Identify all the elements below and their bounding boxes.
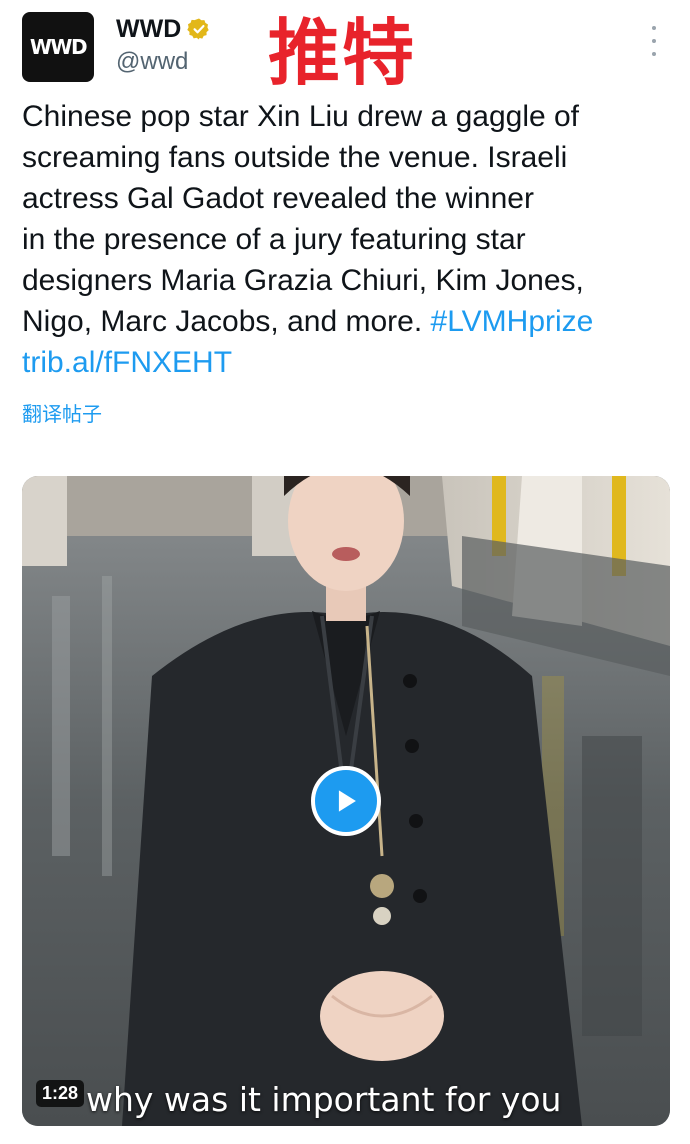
name-row: WWD	[116, 12, 211, 46]
verified-badge-icon	[187, 18, 209, 40]
tweet-line: Chinese pop star Xin Liu drew a gaggle o…	[22, 100, 580, 133]
avatar-logo-text: WWD	[29, 35, 88, 59]
more-options-icon[interactable]	[642, 26, 666, 56]
url-link[interactable]: trib.al/fFNXEHT	[22, 342, 662, 383]
overlay-title: 推特	[268, 11, 417, 95]
video-duration: 1:28	[36, 1080, 85, 1107]
hashtag-link[interactable]: #LVMHprize	[431, 305, 594, 338]
translate-post-link[interactable]: 翻译帖子	[22, 398, 102, 427]
tweet-line-with-hashtag: Nigo, Marc Jacobs, and more. #LVMHprize	[22, 301, 662, 342]
tweet-line: designers Maria Grazia Chiuri, Kim Jones…	[22, 264, 584, 297]
tweet-text: Chinese pop star Xin Liu drew a gaggle o…	[22, 96, 662, 383]
play-icon	[338, 790, 356, 812]
author-block[interactable]: WWD @wwd	[116, 12, 211, 76]
tweet-line: actress Gal Gadot revealed the winner	[22, 182, 534, 215]
video-player[interactable]: 1:28 why was it important for you	[22, 476, 670, 1126]
video-caption: why was it important for you	[86, 1080, 562, 1119]
tweet-line: screaming fans outside the venue. Israel…	[22, 141, 568, 174]
avatar[interactable]: WWD	[22, 12, 94, 82]
tweet-line: in the presence of a jury featuring star	[22, 223, 526, 256]
handle: @wwd	[116, 48, 189, 75]
play-button[interactable]	[311, 766, 381, 836]
display-name[interactable]: WWD	[116, 15, 181, 44]
tweet-line: Nigo, Marc Jacobs, and more.	[22, 305, 431, 338]
